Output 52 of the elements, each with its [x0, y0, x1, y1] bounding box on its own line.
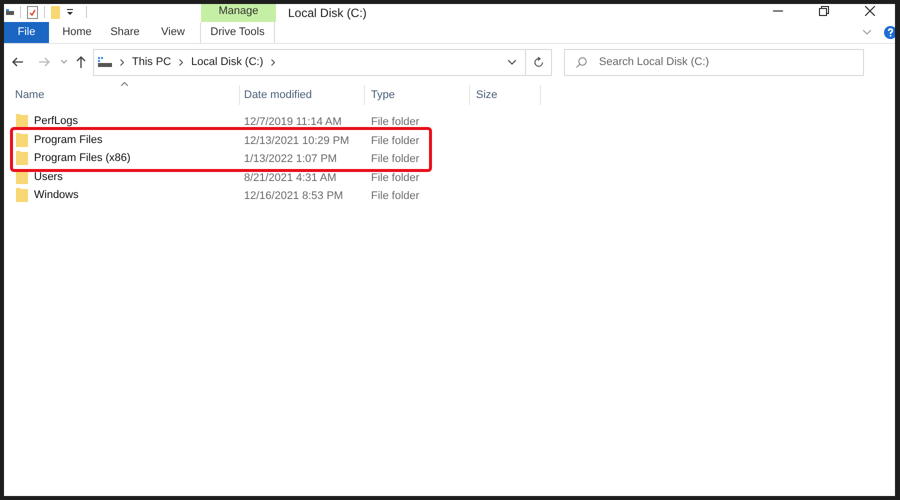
- restore-icon[interactable]: [819, 6, 829, 16]
- file-type: File folder: [371, 172, 420, 184]
- date-modified: 8/21/2021 4:31 AM: [244, 172, 336, 184]
- column-header[interactable]: Size: [476, 86, 498, 104]
- breadcrumb[interactable]: This PC: [132, 54, 172, 70]
- ribbon-tab[interactable]: Home: [53, 22, 101, 43]
- dropdown-icon[interactable]: [66, 8, 74, 16]
- file-type: File folder: [371, 134, 420, 147]
- up-arrow-icon[interactable]: [76, 56, 86, 68]
- file-type: File folder: [371, 190, 420, 202]
- close-icon[interactable]: [865, 6, 875, 16]
- file-name[interactable]: PerfLogs: [34, 113, 78, 130]
- file-name[interactable]: Program Files (x86): [34, 150, 131, 166]
- folder-icon: [16, 151, 28, 166]
- date-modified: 1/13/2022 1:07 PM: [244, 153, 337, 166]
- address-bar[interactable]: This PC Local Disk (C:): [93, 48, 552, 76]
- sort-caret-icon: [121, 82, 128, 86]
- properties-icon[interactable]: [27, 6, 38, 18]
- ribbon-tab[interactable]: View: [149, 22, 197, 43]
- ribbon-tab[interactable]: Drive Tools: [200, 22, 275, 43]
- file-name[interactable]: Windows: [34, 187, 79, 204]
- column-header[interactable]: Name: [15, 86, 44, 104]
- date-modified: 12/7/2019 11:14 AM: [244, 116, 342, 128]
- column-header[interactable]: Date modified: [244, 86, 312, 104]
- file-name[interactable]: Users: [34, 168, 63, 185]
- dropdown-icon[interactable]: [508, 60, 516, 64]
- folder-icon: [16, 114, 28, 128]
- ribbon-tab[interactable]: Share: [101, 22, 149, 43]
- context-group-label: Manage: [201, 4, 276, 22]
- folder-icon: [16, 188, 28, 202]
- chevron-icon[interactable]: [120, 58, 124, 66]
- drive-icon: [98, 57, 112, 67]
- search-field[interactable]: Search Local Disk (C:): [564, 48, 864, 76]
- back-arrow-icon[interactable]: [12, 57, 24, 67]
- breadcrumb[interactable]: Local Disk (C:): [191, 54, 264, 70]
- refresh-icon: [534, 56, 544, 68]
- file-type: File folder: [371, 153, 420, 166]
- collapse-ribbon-icon[interactable]: [863, 30, 871, 35]
- folder-icon: [16, 132, 28, 147]
- search-icon: [576, 56, 587, 68]
- recent-dropdown-icon[interactable]: [61, 60, 67, 64]
- chevron-icon[interactable]: [179, 58, 184, 66]
- drive-icon[interactable]: [6, 8, 14, 16]
- window-title: Local Disk (C:): [288, 5, 367, 22]
- date-modified: 12/13/2021 10:29 PM: [244, 134, 350, 147]
- file-name[interactable]: Program Files: [34, 132, 102, 148]
- date-modified: 12/16/2021 8:53 PM: [244, 190, 344, 202]
- file-type: File folder: [371, 116, 420, 128]
- ribbon-tab[interactable]: File: [4, 22, 49, 43]
- chevron-icon[interactable]: [271, 58, 276, 66]
- help-icon[interactable]: [884, 26, 895, 39]
- column-header[interactable]: Type: [371, 86, 395, 104]
